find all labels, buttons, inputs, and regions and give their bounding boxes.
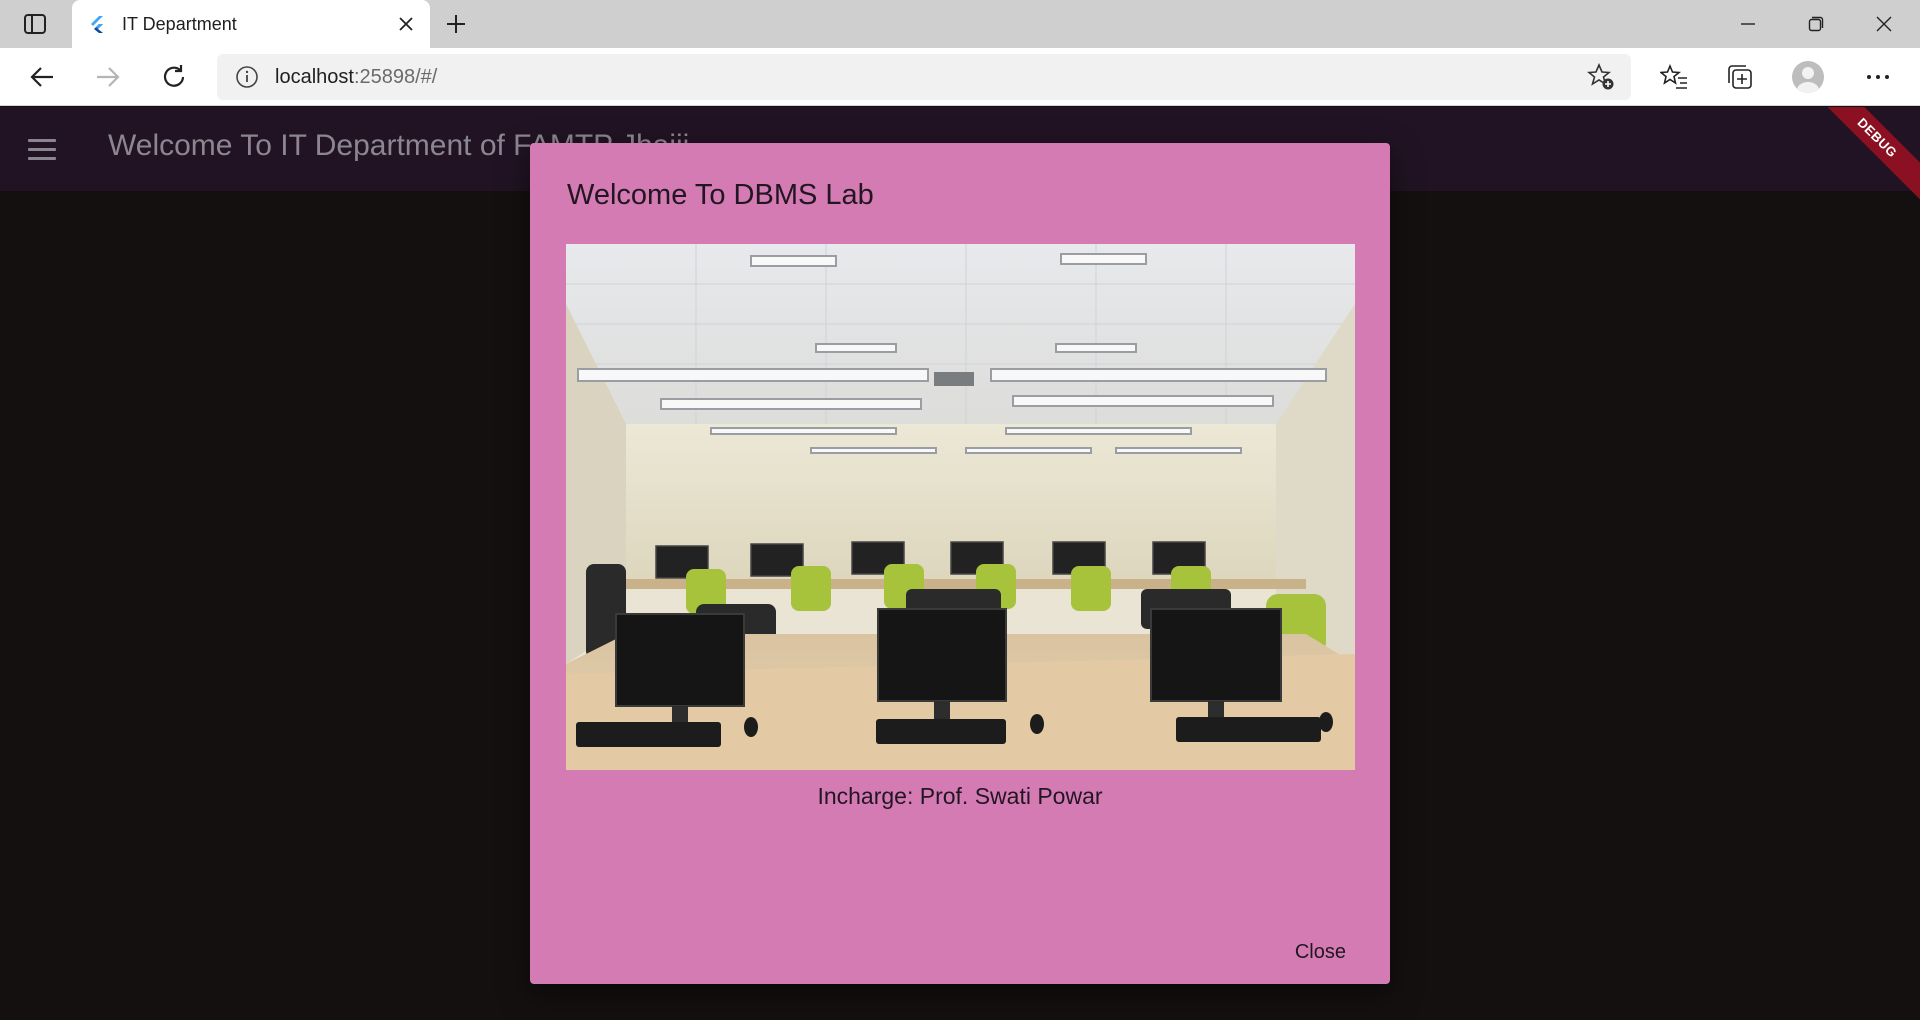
close-button[interactable]: Close [1295,941,1346,964]
refresh-icon[interactable] [154,57,194,97]
url-path: :25898/#/ [353,65,438,88]
lab-dialog: Welcome To DBMS Lab Incharge: Prof. Swat… [530,143,1390,984]
flutter-favicon-icon [88,15,106,33]
add-favorite-icon[interactable] [1587,63,1615,91]
more-icon[interactable] [1860,59,1896,95]
tab-actions-icon[interactable] [16,10,54,38]
browser-tab-bar: IT Department [0,0,1920,48]
back-icon[interactable] [22,57,62,97]
info-icon[interactable] [233,63,261,91]
browser-tab[interactable]: IT Department [72,0,430,48]
address-bar[interactable]: localhost:25898/#/ [217,54,1631,100]
tab-title: IT Department [122,13,237,34]
dialog-title: Welcome To DBMS Lab [567,179,874,211]
url-text: localhost:25898/#/ [275,66,437,89]
favorites-icon[interactable] [1656,59,1692,95]
restore-icon[interactable] [1782,0,1850,48]
browser-toolbar: localhost:25898/#/ [0,48,1920,106]
plus-icon[interactable] [440,8,472,40]
app-viewport: Welcome To IT Department of FAMTP Jhajji… [0,107,1920,1020]
close-icon[interactable] [390,8,422,40]
url-host: localhost [275,65,354,88]
window-close-icon[interactable] [1850,0,1918,48]
collections-icon[interactable] [1722,59,1758,95]
minimize-icon[interactable] [1714,0,1782,48]
lab-photo [566,244,1355,770]
forward-icon[interactable] [88,57,128,97]
hamburger-menu-icon[interactable] [22,131,62,167]
profile-icon[interactable] [1790,59,1826,95]
incharge-text: Incharge: Prof. Swati Powar [817,783,1103,809]
